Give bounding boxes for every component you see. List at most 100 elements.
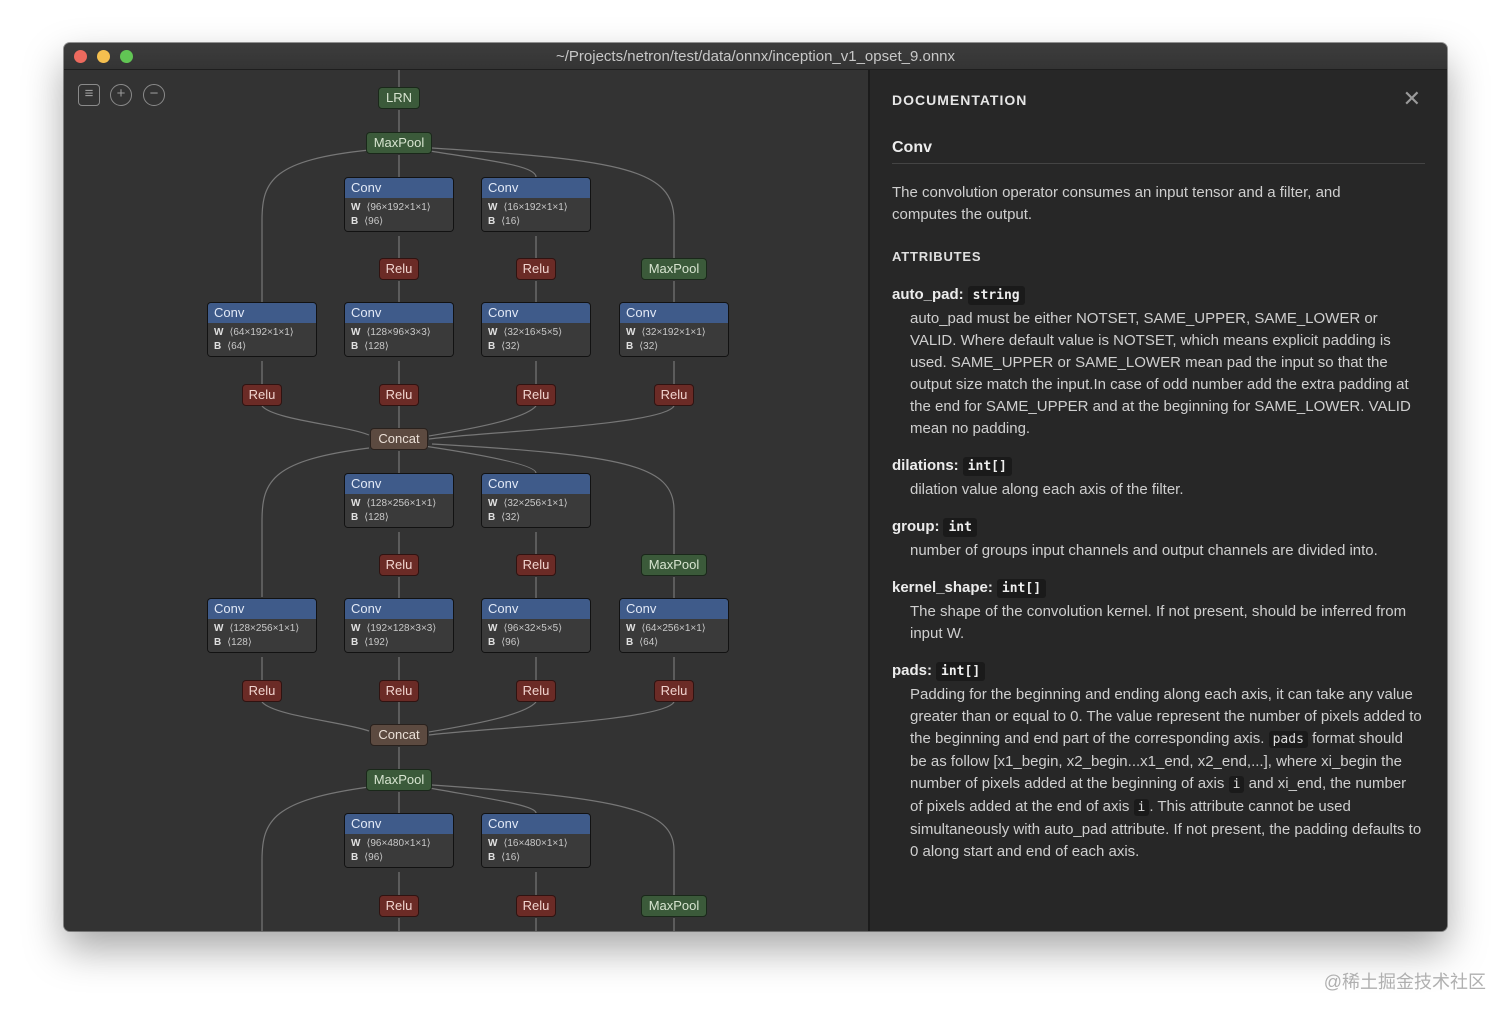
node-relu[interactable]: Relu — [516, 554, 556, 576]
axis-code: i — [1133, 799, 1150, 816]
attribute-description: The shape of the convolution kernel. If … — [910, 603, 1407, 642]
node-maxpool[interactable]: MaxPool — [641, 258, 707, 280]
node-concat[interactable]: Concat — [370, 724, 428, 746]
zoom-in-icon[interactable]: + — [110, 84, 132, 106]
attribute-auto-pad: auto_pad: string auto_pad must be either … — [892, 282, 1422, 440]
conv-title: Conv — [482, 178, 590, 198]
zoom-out-icon[interactable]: − — [143, 84, 165, 106]
node-conv[interactable]: Conv W ⟨16×480×1×1⟩ B ⟨16⟩ — [481, 813, 591, 868]
node-relu[interactable]: Relu — [379, 554, 419, 576]
node-conv[interactable]: Conv W ⟨192×128×3×3⟩ B ⟨192⟩ — [344, 598, 454, 653]
weight-label: W — [351, 623, 361, 634]
node-relu[interactable]: Relu — [654, 384, 694, 406]
bias-shape: ⟨128⟩ — [364, 512, 389, 523]
conv-title: Conv — [620, 303, 728, 323]
weight-label: W — [488, 327, 498, 338]
node-conv[interactable]: Conv W ⟨128×256×1×1⟩ B ⟨128⟩ — [207, 598, 317, 653]
weight-shape: ⟨96×480×1×1⟩ — [366, 838, 431, 849]
node-conv[interactable]: Conv W ⟨128×256×1×1⟩ B ⟨128⟩ — [344, 473, 454, 528]
weight-shape: ⟨32×256×1×1⟩ — [503, 498, 568, 509]
weight-label: W — [351, 498, 361, 509]
node-conv[interactable]: Conv W ⟨96×192×1×1⟩ B ⟨96⟩ — [344, 177, 454, 232]
weight-label: W — [351, 838, 361, 849]
attribute-type: int[] — [962, 457, 1012, 476]
node-maxpool[interactable]: MaxPool — [641, 554, 707, 576]
node-relu[interactable]: Relu — [516, 895, 556, 917]
operator-name: Conv — [892, 139, 932, 156]
weight-label: W — [626, 623, 636, 634]
node-conv[interactable]: Conv W ⟨96×32×5×5⟩ B ⟨96⟩ — [481, 598, 591, 653]
node-lrn[interactable]: LRN — [378, 87, 420, 109]
node-relu[interactable]: Relu — [379, 384, 419, 406]
bias-label: B — [626, 637, 634, 648]
weight-shape: ⟨128×96×3×3⟩ — [366, 327, 431, 338]
node-concat[interactable]: Concat — [370, 428, 428, 450]
bias-label: B — [214, 341, 222, 352]
window-title: ~/Projects/netron/test/data/onnx/incepti… — [555, 48, 956, 65]
bias-label: B — [488, 852, 496, 863]
node-conv[interactable]: Conv W ⟨16×192×1×1⟩ B ⟨16⟩ — [481, 177, 591, 232]
conv-title: Conv — [208, 303, 316, 323]
node-relu[interactable]: Relu — [242, 384, 282, 406]
weight-shape: ⟨128×256×1×1⟩ — [229, 623, 300, 634]
node-conv[interactable]: Conv W ⟨128×96×3×3⟩ B ⟨128⟩ — [344, 302, 454, 357]
node-maxpool[interactable]: MaxPool — [366, 769, 432, 791]
node-conv[interactable]: Conv W ⟨32×16×5×5⟩ B ⟨32⟩ — [481, 302, 591, 357]
node-relu[interactable]: Relu — [654, 680, 694, 702]
weight-label: W — [488, 498, 498, 509]
pads-code: pads — [1268, 731, 1308, 748]
graph-canvas[interactable]: ≡ + − LRN MaxPool Conv W ⟨96×192×1×1⟩ B ⟨9… — [64, 70, 868, 931]
attribute-type: int[] — [996, 579, 1047, 598]
bias-label: B — [488, 637, 496, 648]
close-icon[interactable]: ✕ — [1403, 86, 1421, 112]
bias-shape: ⟨64⟩ — [227, 341, 247, 352]
node-relu[interactable]: Relu — [379, 895, 419, 917]
weight-label: W — [214, 623, 224, 634]
bias-label: B — [351, 216, 359, 227]
attribute-name: dilations: — [892, 457, 959, 474]
bias-shape: ⟨32⟩ — [501, 512, 521, 523]
node-conv[interactable]: Conv W ⟨32×192×1×1⟩ B ⟨32⟩ — [619, 302, 729, 357]
node-maxpool[interactable]: MaxPool — [641, 895, 707, 917]
documentation-header: DOCUMENTATION — [892, 92, 1028, 108]
attribute-name: kernel_shape: — [892, 579, 993, 596]
node-relu[interactable]: Relu — [516, 680, 556, 702]
bias-shape: ⟨128⟩ — [364, 341, 389, 352]
attribute-name: pads: — [892, 662, 933, 679]
operator-description: The convolution operator consumes an inp… — [892, 184, 1341, 223]
weight-shape: ⟨128×256×1×1⟩ — [366, 498, 437, 509]
bias-shape: ⟨64⟩ — [639, 637, 659, 648]
weight-label: W — [351, 327, 361, 338]
weight-label: W — [488, 838, 498, 849]
axis-code: i — [1228, 776, 1245, 793]
attribute-name: auto_pad: — [892, 286, 964, 303]
bias-shape: ⟨96⟩ — [501, 637, 521, 648]
node-conv[interactable]: Conv W ⟨32×256×1×1⟩ B ⟨32⟩ — [481, 473, 591, 528]
weight-shape: ⟨16×192×1×1⟩ — [503, 202, 568, 213]
weight-shape: ⟨64×256×1×1⟩ — [641, 623, 706, 634]
conv-title: Conv — [345, 178, 453, 198]
conv-title: Conv — [482, 474, 590, 494]
node-maxpool[interactable]: MaxPool — [366, 132, 432, 154]
weight-label: W — [488, 623, 498, 634]
node-relu[interactable]: Relu — [242, 680, 282, 702]
attribute-type: string — [967, 286, 1025, 305]
node-relu[interactable]: Relu — [516, 258, 556, 280]
title-bar: ~/Projects/netron/test/data/onnx/incepti… — [64, 43, 1447, 70]
divider — [892, 163, 1425, 164]
bias-label: B — [488, 216, 496, 227]
conv-title: Conv — [482, 303, 590, 323]
node-conv[interactable]: Conv W ⟨96×480×1×1⟩ B ⟨96⟩ — [344, 813, 454, 868]
menu-icon[interactable]: ≡ — [78, 84, 100, 106]
node-conv[interactable]: Conv W ⟨64×192×1×1⟩ B ⟨64⟩ — [207, 302, 317, 357]
node-relu[interactable]: Relu — [379, 680, 419, 702]
node-relu[interactable]: Relu — [379, 258, 419, 280]
weight-shape: ⟨192×128×3×3⟩ — [366, 623, 437, 634]
attribute-type: int[] — [936, 662, 986, 681]
bias-label: B — [626, 341, 634, 352]
attributes-header: ATTRIBUTES — [892, 249, 982, 264]
node-conv[interactable]: Conv W ⟨64×256×1×1⟩ B ⟨64⟩ — [619, 598, 729, 653]
node-relu[interactable]: Relu — [516, 384, 556, 406]
bias-shape: ⟨128⟩ — [227, 637, 252, 648]
bias-shape: ⟨32⟩ — [501, 341, 521, 352]
